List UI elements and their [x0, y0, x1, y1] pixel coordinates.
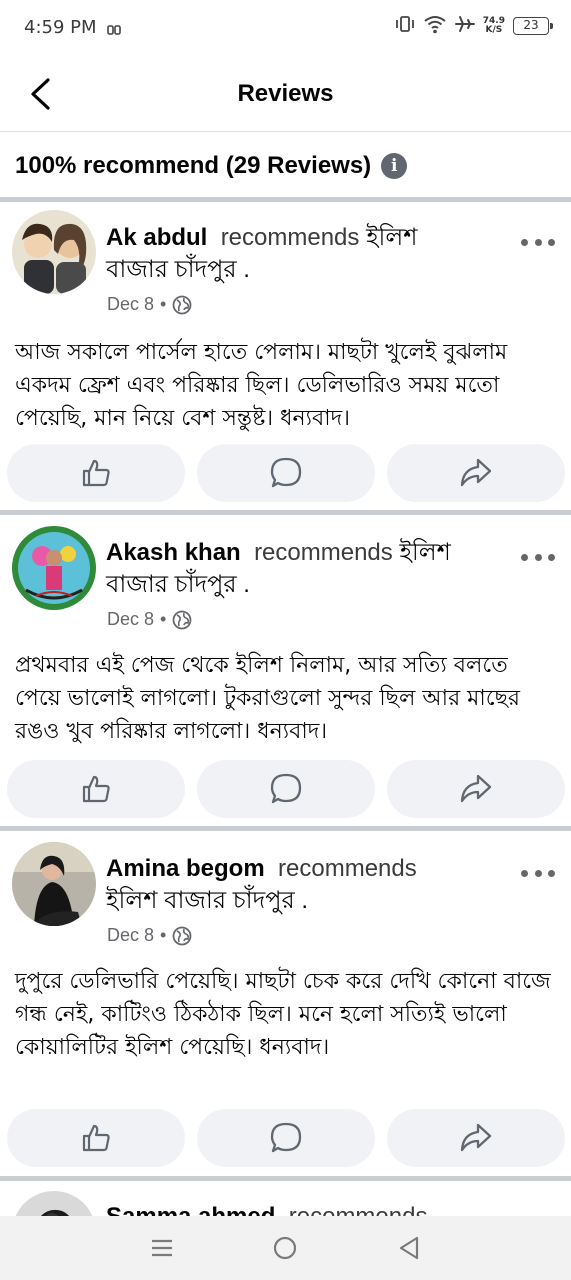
notification-icon — [107, 21, 121, 40]
review-card: Amina begom recommends ইলিশ বাজার চাঁদপু… — [0, 831, 571, 1176]
avatar[interactable] — [12, 526, 96, 610]
thumbs-up-icon — [82, 459, 110, 487]
dot-separator: • — [160, 925, 167, 945]
thumbs-up-icon — [82, 775, 110, 803]
avatar[interactable] — [12, 210, 96, 294]
reviewer-name[interactable]: Amina begom — [106, 855, 265, 882]
reviewer-name[interactable]: Akash khan — [106, 539, 241, 566]
review-card: Akash khan recommends ইলিশ বাজার চাঁদপুর… — [0, 515, 571, 826]
menu-icon — [151, 1239, 172, 1257]
recommends-label: recommends — [220, 224, 360, 251]
share-icon — [460, 774, 492, 803]
home-circle-icon — [274, 1236, 297, 1260]
status-bar: 4:59 PM 74.9 K/S 23 — [0, 0, 571, 58]
share-button[interactable] — [387, 1109, 565, 1167]
review-header: Amina begom recommends ইলিশ বাজার চাঁদপু… — [106, 853, 506, 917]
share-button[interactable] — [387, 760, 565, 818]
review-date[interactable]: Dec 8 — [107, 925, 154, 946]
review-header: Ak abdul recommends ইলিশ বাজার চাঁদপুর . — [106, 222, 506, 286]
page-name-continued[interactable]: বাজার চাঁদপুর . — [106, 256, 250, 283]
review-header: Akash khan recommends ইলিশ বাজার চাঁদপুর… — [106, 537, 506, 601]
review-meta: Dec 8 • — [107, 294, 192, 315]
summary-text: 100% recommend (29 Reviews) — [15, 152, 372, 179]
recommends-label: recommends — [254, 539, 393, 566]
battery-indicator: 23 — [513, 17, 553, 35]
status-icons: 74.9 K/S 23 — [395, 14, 553, 38]
more-options-button[interactable] — [521, 232, 555, 252]
recommendation-summary: 100% recommend (29 Reviews) i — [15, 148, 408, 184]
more-options-button[interactable] — [521, 863, 555, 883]
airplane-icon — [454, 14, 475, 38]
review-text: আজ সকালে পার্সেল হাতে পেলাম। মাছটা খুলেই… — [15, 340, 508, 431]
dot-separator: • — [160, 294, 167, 314]
comment-icon — [270, 773, 302, 804]
review-actions — [7, 1109, 565, 1167]
globe-icon — [172, 926, 192, 945]
globe-icon — [172, 610, 192, 629]
like-button[interactable] — [7, 760, 185, 818]
page-name[interactable]: ইলিশ — [399, 539, 450, 566]
network-speed: 74.9 K/S — [483, 17, 505, 35]
globe-icon — [172, 295, 192, 314]
recent-apps-button[interactable] — [132, 1223, 192, 1273]
review-date[interactable]: Dec 8 — [107, 609, 154, 630]
info-icon[interactable]: i — [381, 153, 408, 179]
recommends-label: recommends — [278, 855, 417, 882]
page-title: Reviews — [237, 80, 334, 107]
review-actions — [7, 760, 565, 818]
wifi-icon — [423, 14, 447, 38]
comment-icon — [270, 457, 302, 488]
review-meta: Dec 8 • — [107, 925, 192, 946]
status-time: 4:59 PM — [24, 17, 97, 38]
vibrate-icon — [395, 14, 415, 38]
page-name-continued[interactable]: বাজার চাঁদপুর . — [106, 571, 250, 598]
page-name[interactable]: ইলিশ বাজার চাঁদপুর . — [106, 887, 308, 914]
share-icon — [460, 458, 492, 487]
comment-button[interactable] — [197, 444, 375, 502]
review-card: Ak abdul recommends ইলিশ বাজার চাঁদপুর .… — [0, 202, 571, 510]
comment-icon — [270, 1122, 302, 1153]
share-icon — [460, 1123, 492, 1152]
review-text: প্রথমবার এই পেজ থেকে ইলিশ নিলাম, আর সত্য… — [15, 653, 521, 744]
triangle-back-icon — [400, 1236, 419, 1260]
avatar[interactable] — [12, 1191, 96, 1216]
comment-button[interactable] — [197, 1109, 375, 1167]
comment-button[interactable] — [197, 760, 375, 818]
system-back-button[interactable] — [379, 1223, 439, 1273]
network-speed-unit: K/S — [485, 25, 503, 35]
review-text: দুপুরে ডেলিভারি পেয়েছি। মাছটা চেক করে দ… — [15, 969, 551, 1060]
system-navigation-bar — [0, 1216, 571, 1280]
more-options-button[interactable] — [521, 547, 555, 567]
reviewer-name[interactable]: Samma ahmed — [106, 1203, 275, 1216]
share-button[interactable] — [387, 444, 565, 502]
review-date[interactable]: Dec 8 — [107, 294, 154, 315]
review-header: Samma ahmed recommends — [106, 1201, 506, 1216]
home-button[interactable] — [255, 1223, 315, 1273]
review-actions — [7, 444, 565, 502]
recommends-label: recommends — [289, 1203, 428, 1216]
dot-separator: • — [160, 609, 167, 629]
avatar[interactable] — [12, 842, 96, 926]
reviewer-name[interactable]: Ak abdul — [106, 224, 207, 251]
like-button[interactable] — [7, 444, 185, 502]
like-button[interactable] — [7, 1109, 185, 1167]
review-card: Samma ahmed recommends — [0, 1181, 571, 1216]
page-name[interactable]: ইলিশ — [366, 224, 417, 251]
app-header: Reviews — [0, 58, 571, 132]
review-meta: Dec 8 • — [107, 609, 192, 630]
thumbs-up-icon — [82, 1124, 110, 1152]
